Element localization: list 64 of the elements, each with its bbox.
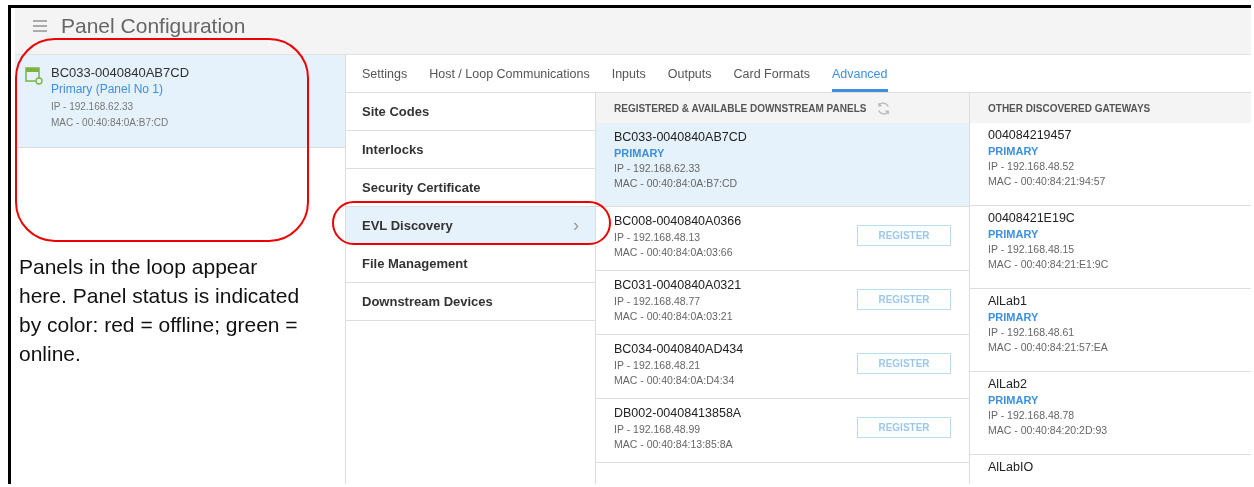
gateway-mac: MAC - 00:40:84:21:57:EA	[988, 341, 1109, 353]
downstream-panel[interactable]: BC008-0040840A0366 IP - 192.168.48.13 MAC - 00:40:84:0A:03:66 REGISTER	[596, 207, 969, 271]
gateway-role: PRIMARY	[988, 145, 1040, 157]
gateway-item[interactable]: 00408421E19C PRIMARY IP - 192.168.48.15 MAC - 00:40:84:21:E1:9C	[970, 206, 1251, 289]
panel-mac: MAC - 00:40:84:0A:B7:CD	[614, 177, 739, 189]
downstream-panel[interactable]: BC034-0040840AD434 IP - 192.168.48.21 MAC - 00:40:84:0A:D4:34 REGISTER	[596, 335, 969, 399]
gateway-name: 004084219457	[988, 128, 1073, 142]
panel-name: BC034-0040840AD434	[614, 342, 744, 356]
menu-icon[interactable]	[33, 20, 47, 32]
page-title: Panel Configuration	[61, 14, 246, 38]
panel-ip: IP - 192.168.48.13	[614, 231, 702, 243]
gateway-ip: IP - 192.168.48.15	[988, 243, 1076, 255]
gateway-role: PRIMARY	[988, 394, 1040, 406]
downstream-panel[interactable]: DB002-00408413858A IP - 192.168.48.99 MAC - 00:40:84:13:85:8A REGISTER	[596, 399, 969, 463]
panel-mac: MAC - 00:40:84:0A:D4:34	[614, 374, 736, 386]
tab[interactable]: Settings	[362, 55, 408, 92]
tab[interactable]: Outputs	[667, 55, 712, 92]
gateway-role: PRIMARY	[988, 228, 1040, 240]
gateway-mac: MAC - 00:40:84:21:94:57	[988, 175, 1107, 187]
panel-role: PRIMARY	[614, 147, 666, 159]
refresh-icon[interactable]	[876, 100, 892, 116]
gateway-name: AlLab2	[988, 377, 1028, 391]
menu-item[interactable]: Site Codes	[346, 93, 595, 131]
panel-ip: IP - 192.168.48.77	[614, 295, 702, 307]
gateway-name: AlLab1	[988, 294, 1028, 308]
panel-item[interactable]: BC033-0040840AB7CD Primary (Panel No 1) IP - 192.168.62.33 MAC - 00:40:84:0A:B7:CD	[15, 55, 345, 148]
panel-mac: MAC - 00:40:84:13:85:8A	[614, 438, 734, 450]
menu-item[interactable]: Interlocks	[346, 131, 595, 169]
panel-ip: IP - 192.168.62.33	[51, 101, 135, 112]
gateway-mac: MAC - 00:40:84:21:E1:9C	[988, 258, 1110, 270]
gateway-ip: IP - 192.168.48.61	[988, 326, 1076, 338]
panel-name: BC033-0040840AB7CD	[51, 65, 190, 80]
downstream-panel[interactable]: BC031-0040840A0321 IP - 192.168.48.77 MAC - 00:40:84:0A:03:21 REGISTER	[596, 271, 969, 335]
gateway-role: PRIMARY	[988, 311, 1040, 323]
gateway-item[interactable]: 004084219457 PRIMARY IP - 192.168.48.52 MAC - 00:40:84:21:94:57	[970, 123, 1251, 206]
gateway-ip: IP - 192.168.48.52	[988, 160, 1076, 172]
annotation-note: Panels in the loop appear here. Panel status is indicated by color: red = offline; green = online.	[19, 254, 301, 367]
panel-name: DB002-00408413858A	[614, 406, 742, 420]
menu-item[interactable]: File Management	[346, 245, 595, 283]
downstream-panel[interactable]: BC033-0040840AB7CD PRIMARY IP - 192.168.62.33 MAC - 00:40:84:0A:B7:CD	[596, 123, 969, 207]
panel-mac: MAC - 00:40:84:0A:B7:CD	[51, 117, 170, 128]
tab[interactable]: Inputs	[611, 55, 646, 92]
panel-mac: MAC - 00:40:84:0A:03:21	[614, 310, 734, 322]
tab[interactable]: Card Formats	[733, 55, 810, 92]
gateway-mac: MAC - 00:40:84:20:2D:93	[988, 424, 1109, 436]
panel-mac: MAC - 00:40:84:0A:03:66	[614, 246, 734, 258]
panel-ip: IP - 192.168.62.33	[614, 162, 702, 174]
panel-name: BC008-0040840A0366	[614, 214, 742, 228]
gateway-item[interactable]: AlLab2 PRIMARY IP - 192.168.48.78 MAC - 00:40:84:20:2D:93	[970, 372, 1251, 455]
menu-item[interactable]: EVL Discovery ›	[346, 207, 595, 245]
column-title: OTHER DISCOVERED GATEWAYS	[988, 102, 1151, 114]
tab[interactable]: Host / Loop Communications	[429, 55, 590, 92]
panel-ip: IP - 192.168.48.21	[614, 359, 702, 371]
panel-name: BC031-0040840A0321	[614, 278, 742, 292]
menu-item[interactable]: Downstream Devices	[346, 283, 595, 321]
panel-name: BC033-0040840AB7CD	[614, 130, 747, 144]
gateway-ip: IP - 192.168.48.78	[988, 409, 1076, 421]
panel-ip: IP - 192.168.48.99	[614, 423, 702, 435]
gateway-name: 00408421E19C	[988, 211, 1076, 225]
column-title: REGISTERED & AVAILABLE DOWNSTREAM PANELS	[614, 102, 867, 114]
gateway-name: AlLabIO	[988, 460, 1035, 474]
gateway-item[interactable]: AlLab1 PRIMARY IP - 192.168.48.61 MAC - 00:40:84:21:57:EA	[970, 289, 1251, 372]
panel-role: Primary (Panel No 1)	[51, 82, 165, 96]
gateway-item[interactable]: AlLabIO	[970, 455, 1251, 484]
